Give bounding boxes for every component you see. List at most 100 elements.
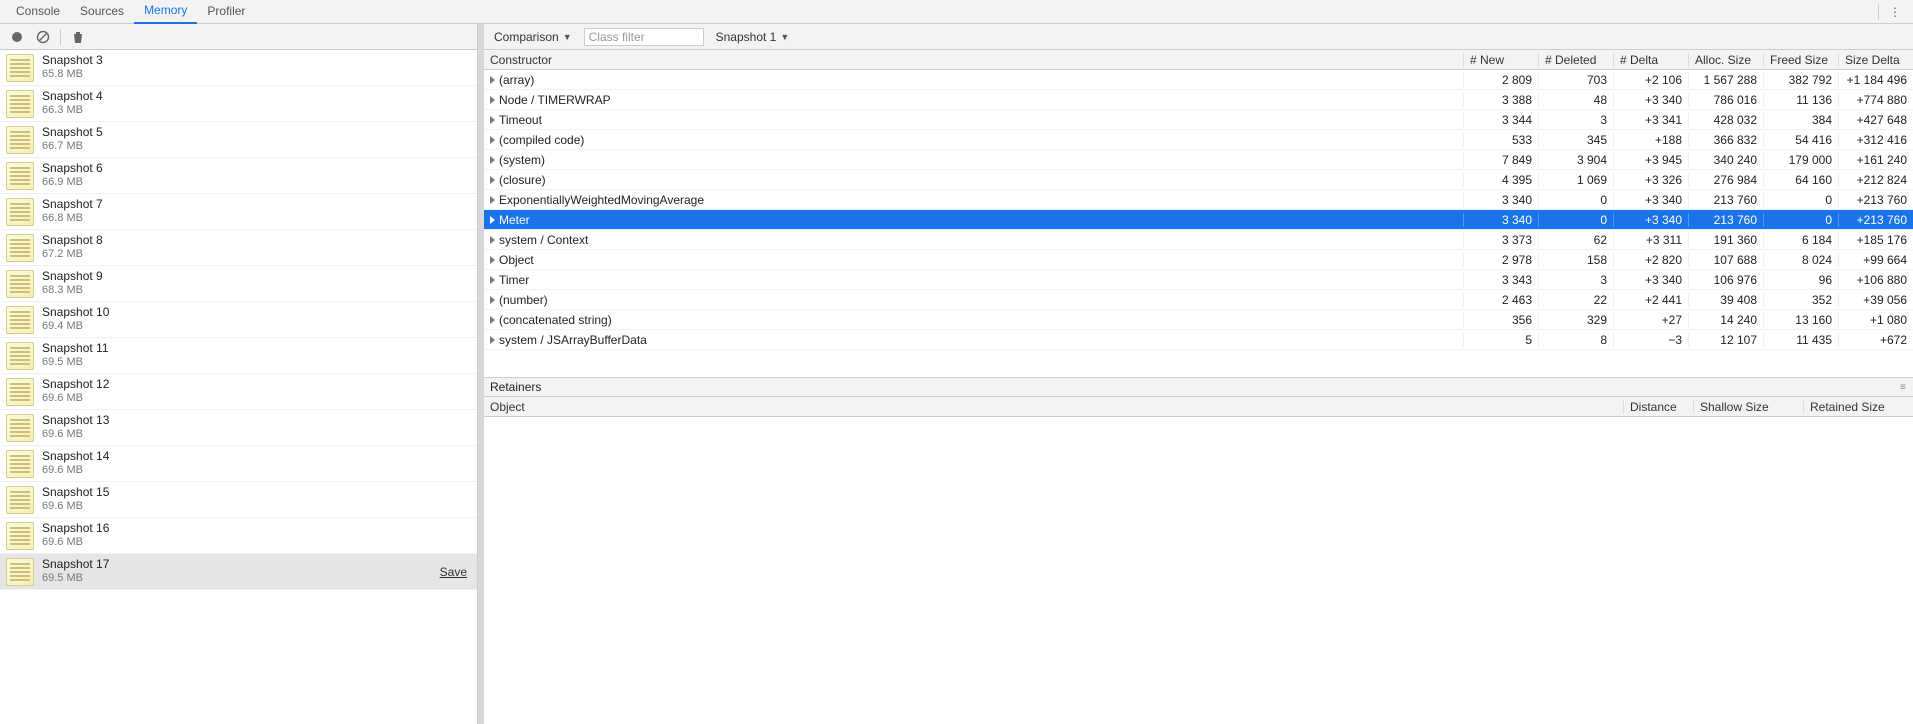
- cell-deleted: 8: [1538, 333, 1613, 347]
- cell-delta: +27: [1613, 313, 1688, 327]
- table-row[interactable]: (concatenated string)356329+2714 24013 1…: [484, 310, 1913, 330]
- table-row[interactable]: system / Context3 37362+3 311191 3606 18…: [484, 230, 1913, 250]
- baseline-dropdown[interactable]: Snapshot 1 ▼: [712, 30, 794, 44]
- col-new[interactable]: # New: [1463, 53, 1538, 67]
- tab-profiler[interactable]: Profiler: [197, 0, 255, 23]
- snapshot-item[interactable]: Snapshot 1669.6 MB: [0, 518, 477, 554]
- snapshot-text: Snapshot 666.9 MB: [42, 162, 103, 188]
- expand-icon[interactable]: [490, 256, 495, 264]
- retainers-title: Retainers: [490, 380, 541, 394]
- snapshot-item[interactable]: Snapshot 1369.6 MB: [0, 410, 477, 446]
- cell-constructor: (number): [484, 293, 1463, 307]
- snapshot-text: Snapshot 867.2 MB: [42, 234, 103, 260]
- tab-memory[interactable]: Memory: [134, 0, 197, 24]
- tab-sources[interactable]: Sources: [70, 0, 134, 23]
- col-alloc-size[interactable]: Alloc. Size: [1688, 53, 1763, 67]
- snapshot-item[interactable]: Snapshot 1269.6 MB: [0, 374, 477, 410]
- snapshot-item[interactable]: Snapshot 566.7 MB: [0, 122, 477, 158]
- snapshot-item[interactable]: Snapshot 1169.5 MB: [0, 338, 477, 374]
- cell-deleted: 48: [1538, 93, 1613, 107]
- cell-delta: +3 340: [1613, 193, 1688, 207]
- col-delta[interactable]: # Delta: [1613, 53, 1688, 67]
- cell-size-delta: +213 760: [1838, 213, 1913, 227]
- retainers-panel-header[interactable]: Retainers ≡: [484, 377, 1913, 397]
- expand-icon[interactable]: [490, 276, 495, 284]
- cell-new: 5: [1463, 333, 1538, 347]
- snapshot-item[interactable]: Snapshot 766.8 MB: [0, 194, 477, 230]
- delete-button[interactable]: [67, 26, 89, 48]
- divider: [1878, 4, 1879, 20]
- devtools-tab-bar: Console Sources Memory Profiler ⋮: [0, 0, 1913, 24]
- table-row[interactable]: Object2 978158+2 820107 6888 024+99 664: [484, 250, 1913, 270]
- table-row[interactable]: Node / TIMERWRAP3 38848+3 340786 01611 1…: [484, 90, 1913, 110]
- expand-icon[interactable]: [490, 136, 495, 144]
- cell-delta: +2 441: [1613, 293, 1688, 307]
- snapshot-item[interactable]: Snapshot 867.2 MB: [0, 230, 477, 266]
- expand-icon[interactable]: [490, 296, 495, 304]
- retainers-table-body[interactable]: [484, 417, 1913, 724]
- table-row[interactable]: (compiled code)533345+188366 83254 416+3…: [484, 130, 1913, 150]
- snapshot-item[interactable]: Snapshot 466.3 MB: [0, 86, 477, 122]
- snapshot-item[interactable]: Snapshot 968.3 MB: [0, 266, 477, 302]
- table-row[interactable]: (closure)4 3951 069+3 326276 98464 160+2…: [484, 170, 1913, 190]
- expand-icon[interactable]: [490, 216, 495, 224]
- expand-icon[interactable]: [490, 316, 495, 324]
- clear-button[interactable]: [32, 26, 54, 48]
- cell-new: 533: [1463, 133, 1538, 147]
- snapshot-item[interactable]: Snapshot 1569.6 MB: [0, 482, 477, 518]
- expand-icon[interactable]: [490, 116, 495, 124]
- col-constructor[interactable]: Constructor: [484, 53, 1463, 67]
- table-row[interactable]: system / JSArrayBufferData58−312 10711 4…: [484, 330, 1913, 350]
- kebab-menu-icon[interactable]: ⋮: [1883, 5, 1907, 19]
- cell-freed: 11 136: [1763, 93, 1838, 107]
- cell-constructor: Timer: [484, 273, 1463, 287]
- snapshot-item[interactable]: Snapshot 365.8 MB: [0, 50, 477, 86]
- tab-console[interactable]: Console: [6, 0, 70, 23]
- col-freed-size[interactable]: Freed Size: [1763, 53, 1838, 67]
- table-row[interactable]: (system)7 8493 904+3 945340 240179 000+1…: [484, 150, 1913, 170]
- view-mode-dropdown[interactable]: Comparison ▼: [490, 30, 576, 44]
- col-distance[interactable]: Distance: [1623, 400, 1693, 414]
- snapshot-icon: [6, 486, 34, 514]
- expand-icon[interactable]: [490, 236, 495, 244]
- table-row[interactable]: Meter3 3400+3 340213 7600+213 760: [484, 210, 1913, 230]
- expand-icon[interactable]: [490, 176, 495, 184]
- cell-alloc: 786 016: [1688, 93, 1763, 107]
- snapshot-icon: [6, 270, 34, 298]
- class-filter-input[interactable]: [584, 28, 704, 46]
- col-size-delta[interactable]: Size Delta: [1838, 53, 1913, 67]
- expand-icon[interactable]: [490, 76, 495, 84]
- cell-deleted: 0: [1538, 193, 1613, 207]
- table-row[interactable]: ExponentiallyWeightedMovingAverage3 3400…: [484, 190, 1913, 210]
- snapshot-item[interactable]: Snapshot 1769.5 MB Save: [0, 554, 477, 590]
- snapshot-item[interactable]: Snapshot 1469.6 MB: [0, 446, 477, 482]
- cell-delta: −3: [1613, 333, 1688, 347]
- table-row[interactable]: Timeout3 3443+3 341428 032384+427 648: [484, 110, 1913, 130]
- table-row[interactable]: (number)2 46322+2 44139 408352+39 056: [484, 290, 1913, 310]
- expand-icon[interactable]: [490, 96, 495, 104]
- comparison-table-body[interactable]: (array)2 809703+2 1061 567 288382 792+1 …: [484, 70, 1913, 377]
- expand-icon[interactable]: [490, 336, 495, 344]
- cell-constructor: Meter: [484, 213, 1463, 227]
- cell-delta: +3 340: [1613, 273, 1688, 287]
- snapshot-item[interactable]: Snapshot 1069.4 MB: [0, 302, 477, 338]
- col-deleted[interactable]: # Deleted: [1538, 53, 1613, 67]
- record-button[interactable]: [6, 26, 28, 48]
- snapshot-size: 69.6 MB: [42, 536, 109, 549]
- col-object[interactable]: Object: [484, 400, 1623, 414]
- snapshot-item[interactable]: Snapshot 666.9 MB: [0, 158, 477, 194]
- snapshot-icon: [6, 90, 34, 118]
- cell-freed: 352: [1763, 293, 1838, 307]
- snapshot-name: Snapshot 11: [42, 342, 109, 356]
- snapshot-size: 69.5 MB: [42, 572, 109, 585]
- table-row[interactable]: Timer3 3433+3 340106 97696+106 880: [484, 270, 1913, 290]
- snapshot-list[interactable]: Snapshot 365.8 MBSnapshot 466.3 MBSnapsh…: [0, 50, 477, 724]
- table-row[interactable]: (array)2 809703+2 1061 567 288382 792+1 …: [484, 70, 1913, 90]
- col-shallow[interactable]: Shallow Size: [1693, 400, 1803, 414]
- expand-icon[interactable]: [490, 156, 495, 164]
- snapshot-name: Snapshot 17: [42, 558, 109, 572]
- expand-icon[interactable]: [490, 196, 495, 204]
- col-retained[interactable]: Retained Size: [1803, 400, 1913, 414]
- snapshot-text: Snapshot 1669.6 MB: [42, 522, 109, 548]
- save-link[interactable]: Save: [440, 565, 471, 579]
